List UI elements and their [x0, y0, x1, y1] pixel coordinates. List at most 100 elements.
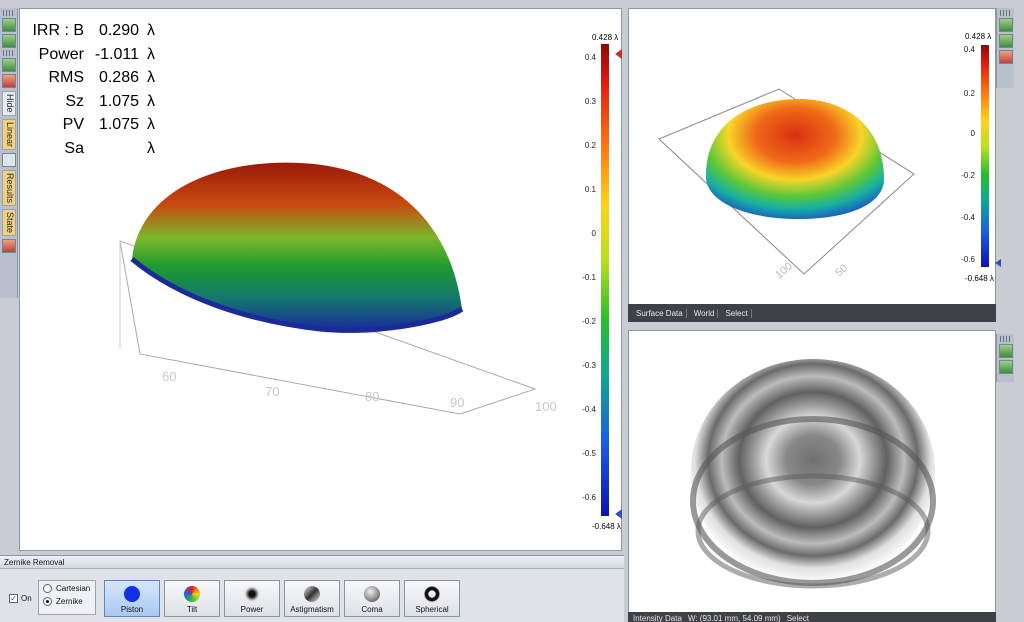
colorbar-tick: -0.6	[961, 255, 975, 264]
stat-value: 1.075	[98, 92, 139, 110]
zernike-on-toggle[interactable]: ✓ On	[9, 594, 32, 603]
colorbar-tick: 0.3	[584, 97, 596, 106]
stat-value: 0.286	[98, 69, 139, 86]
stat-row: PV 1.075 λ	[22, 113, 155, 137]
astigmatism-button[interactable]: Astigmatism	[284, 580, 340, 617]
toolbar-buttons	[997, 10, 1014, 64]
piston-button[interactable]: Piston	[104, 580, 160, 617]
stat-unit: λ	[147, 92, 155, 110]
radio-label: Cartesian	[56, 584, 91, 593]
ruler-icon[interactable]	[2, 152, 16, 167]
axis-tick: 70	[265, 384, 279, 399]
spherical-icon	[424, 586, 440, 602]
tilt-button[interactable]: Tilt	[164, 580, 220, 617]
radio-cartesian[interactable]: Cartesian	[43, 584, 91, 593]
stat-unit: λ	[147, 116, 155, 133]
stat-value: 0.290	[98, 22, 139, 39]
stat-label: RMS	[48, 69, 84, 86]
axis-tick: 60	[162, 369, 176, 384]
toolbar-buttons	[997, 336, 1014, 374]
grid-icon[interactable]	[999, 360, 1013, 374]
axis-tick: 100	[535, 399, 557, 414]
radio-button[interactable]	[43, 597, 52, 606]
intensity-status-bar: Intensity Data W: (93.01 mm, 54.09 mm) S…	[628, 612, 996, 622]
checkmark-icon[interactable]	[999, 344, 1013, 358]
status-select-mode[interactable]: Select	[787, 614, 809, 622]
coma-button[interactable]: Coma	[344, 580, 400, 617]
stat-label: Sz	[65, 92, 84, 110]
colorbar-max-label: 0.428 λ	[592, 33, 619, 42]
colorbar-tick: -0.5	[582, 449, 596, 458]
spherical-button[interactable]: Spherical	[404, 580, 460, 617]
surface-dome	[705, 99, 884, 219]
intensity-image-plot[interactable]	[628, 330, 996, 614]
colorbar-min-marker[interactable]	[609, 509, 622, 519]
colorbar-tick: 0	[970, 129, 975, 138]
button-label: Piston	[120, 605, 144, 614]
toolbar-grip[interactable]	[1000, 10, 1011, 16]
radio-zernike[interactable]: Zernike	[43, 597, 91, 606]
tab-state[interactable]: State	[2, 208, 16, 236]
toolbar-grip[interactable]	[1000, 336, 1011, 342]
right-toolbar-bottom	[996, 334, 1014, 382]
surface-3d-preview[interactable]: 100 50 0.428 λ -0.648 λ 0.4 0.2 0 -0.2 -…	[628, 8, 1001, 318]
grid-icon[interactable]	[999, 18, 1013, 32]
colorbar-max-marker[interactable]	[609, 49, 622, 59]
surface-3d-preview-render: 100 50	[658, 88, 915, 281]
colorbar-min-label: -0.648 λ	[592, 522, 621, 531]
colorbar-tick: -0.6	[582, 493, 596, 502]
colorbar-tick: -0.1	[582, 273, 596, 282]
power-button[interactable]: Power	[224, 580, 280, 617]
toolbar-grip[interactable]	[3, 50, 14, 56]
chart-icon[interactable]	[2, 238, 16, 253]
palette-icon[interactable]	[2, 74, 16, 88]
panel-title: Zernike Removal	[0, 556, 624, 569]
colorbar-tick: 0.2	[584, 141, 596, 150]
surface-3d-plot[interactable]: IRR : B 0.290 λ Power -1.011 λ RMS 0.286 λ Sz 1…	[19, 8, 622, 551]
tab-hide[interactable]: Hide	[2, 91, 16, 116]
colorbar-tick: 0.4	[584, 53, 596, 62]
surface-3d-render: 60 70 80 90 100	[119, 162, 557, 415]
on-checkbox[interactable]: ✓	[9, 594, 18, 603]
stat-label: Power	[38, 45, 84, 63]
surface-dome	[132, 162, 462, 331]
status-data-type[interactable]: Intensity Data	[633, 614, 682, 622]
piston-icon	[124, 586, 140, 602]
status-data-type[interactable]: Surface Data	[633, 308, 687, 318]
colorbar-min-marker[interactable]	[989, 259, 1001, 267]
stat-label: PV	[62, 116, 84, 133]
axis-tick: 80	[365, 389, 379, 404]
stat-row: Sz 1.075 λ	[22, 90, 155, 114]
colorbar-tick: 0.1	[584, 185, 596, 194]
colorbar-tick: -0.4	[582, 405, 596, 414]
toolbar-grip[interactable]	[3, 10, 14, 16]
view-2d-icon[interactable]	[2, 34, 16, 48]
stat-row: IRR : B 0.290 λ	[22, 19, 155, 43]
colorbar-tick: 0.2	[963, 89, 975, 98]
colorbar	[601, 44, 609, 516]
palette-icon[interactable]	[999, 50, 1013, 64]
colorbar-tick: 0	[591, 229, 596, 238]
mode-radio-group: Cartesian Zernike	[38, 580, 96, 615]
tab-results[interactable]: Results	[2, 169, 16, 206]
tilt-icon	[184, 586, 200, 602]
status-select-mode[interactable]: Select	[722, 308, 752, 318]
app-window: Hide Linear Results State IRR : B 0.290 λ …	[0, 0, 1024, 622]
colorbar-max-label: 0.428 λ	[965, 32, 992, 41]
stat-value: -1.011	[94, 45, 139, 63]
on-label: On	[21, 594, 32, 603]
stat-row: Power -1.011 λ	[22, 43, 155, 67]
status-coordinate-system[interactable]: World	[691, 308, 719, 318]
stats-readout: IRR : B 0.290 λ Power -1.011 λ RMS 0.286 λ Sz 1…	[22, 19, 155, 160]
button-label: Power	[240, 605, 264, 614]
stat-label: IRR : B	[32, 22, 84, 39]
tab-linear[interactable]: Linear	[2, 118, 16, 150]
grid-icon[interactable]	[2, 58, 16, 72]
button-label: Spherical	[415, 605, 449, 614]
colorbar-min-label: -0.648 λ	[965, 274, 994, 283]
grid-icon[interactable]	[999, 34, 1013, 48]
view-3d-icon[interactable]	[2, 18, 16, 32]
intensity-render	[690, 359, 936, 589]
colorbar-tick: -0.4	[961, 213, 975, 222]
radio-button[interactable]	[43, 584, 52, 593]
